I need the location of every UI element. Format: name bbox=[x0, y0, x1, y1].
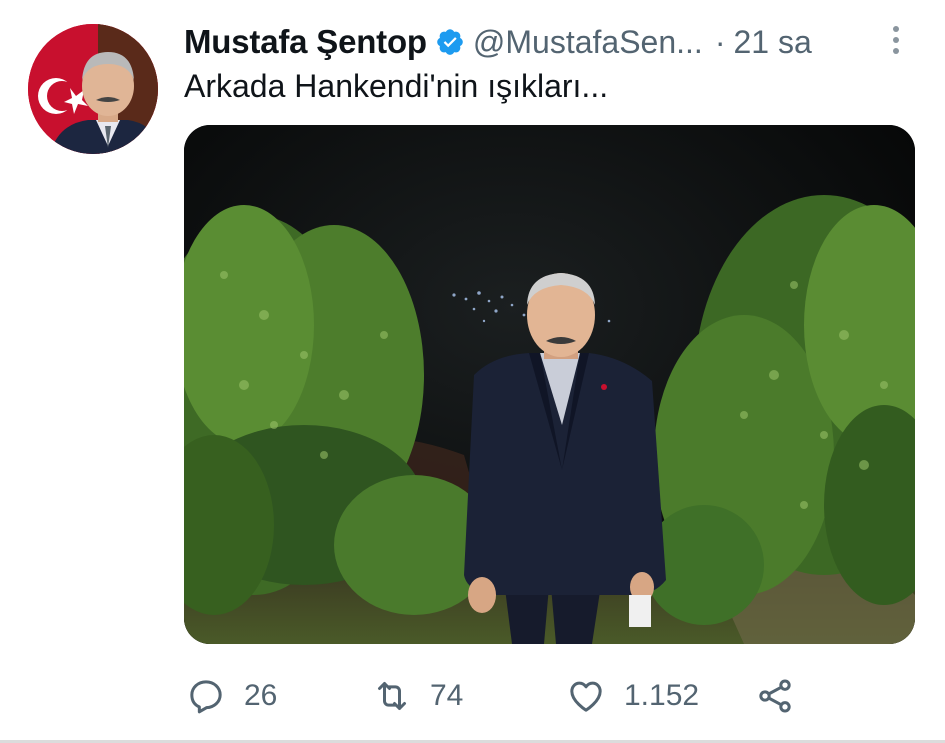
tweet-actions: 26 74 1.152 bbox=[0, 668, 945, 724]
heart-icon bbox=[566, 676, 606, 716]
tweet-text: Arkada Hankendi'nin ışıkları... bbox=[184, 68, 609, 104]
tweet-header: Mustafa Şentop @MustafaSen... · 21 sa bbox=[184, 20, 812, 64]
separator-dot: · bbox=[714, 23, 726, 60]
like-button[interactable]: 1.152 bbox=[566, 668, 699, 724]
like-count: 1.152 bbox=[624, 679, 700, 712]
reply-count: 26 bbox=[244, 679, 278, 712]
display-name[interactable]: Mustafa Şentop bbox=[184, 23, 427, 61]
retweet-count: 74 bbox=[430, 679, 464, 712]
handle[interactable]: @MustafaSen... bbox=[473, 24, 703, 61]
verified-badge-icon bbox=[435, 27, 465, 57]
tweet[interactable]: Mustafa Şentop @MustafaSen... · 21 sa Ar… bbox=[0, 0, 945, 743]
more-vertical-icon[interactable] bbox=[880, 22, 912, 58]
reply-button[interactable]: 26 bbox=[186, 668, 277, 724]
share-button[interactable] bbox=[755, 668, 795, 724]
reply-icon bbox=[186, 676, 226, 716]
retweet-button[interactable]: 74 bbox=[372, 668, 463, 724]
retweet-icon bbox=[372, 676, 412, 716]
avatar[interactable] bbox=[28, 24, 158, 154]
timestamp[interactable]: 21 sa bbox=[733, 24, 811, 61]
tweet-photo[interactable] bbox=[184, 125, 915, 644]
share-icon bbox=[755, 676, 795, 716]
